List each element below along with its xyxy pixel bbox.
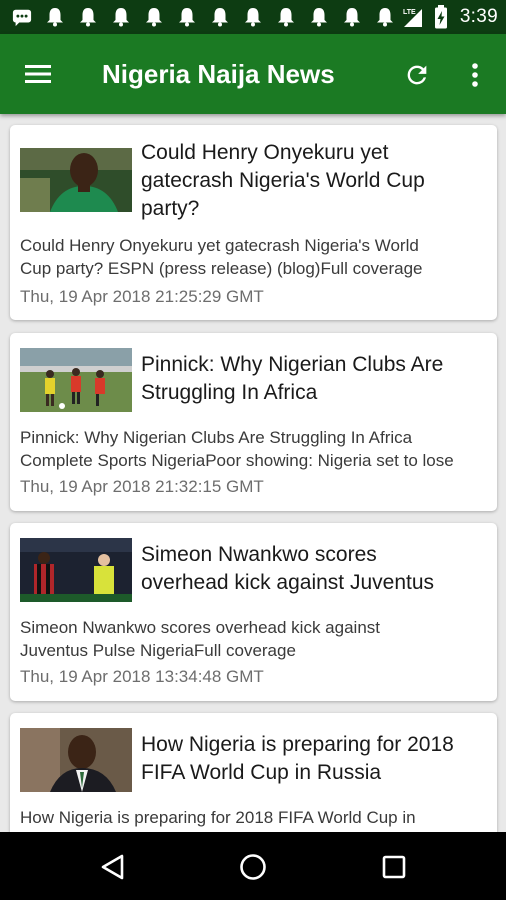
message-icon [12,7,32,27]
recents-button[interactable] [377,850,411,884]
article-title: Pinnick: Why Nigerian Clubs Are Struggli… [141,351,485,407]
article-description: Could Henry Onyekuru yet gatecrash Niger… [20,234,485,280]
menu-button[interactable] [22,58,54,90]
notification-icons [12,7,395,27]
article-description-line: Cup party? ESPN (press release) (blog)Fu… [20,259,423,278]
bell-icon [243,7,263,27]
article-title-line: Could Henry Onyekuru yet [141,141,389,164]
news-card[interactable]: Pinnick: Why Nigerian Clubs Are Struggli… [10,333,497,511]
article-title-line: FIFA World Cup in Russia [141,761,382,784]
article-description-line: Pinnick: Why Nigerian Clubs Are Struggli… [20,428,413,447]
bell-icon [78,7,98,27]
back-triangle-icon [101,854,124,880]
back-button[interactable] [96,850,130,884]
bell-icon [177,7,197,27]
app-title: Nigeria Naija News [102,59,335,89]
article-title-line: party? [141,197,200,220]
article-description: Simeon Nwankwo scores overhead kick agai… [20,616,485,662]
bell-icon [276,7,296,27]
article-description-line: Simeon Nwankwo scores overhead kick agai… [20,618,381,637]
article-description: How Nigeria is preparing for 2018 FIFA W… [20,806,485,829]
app-toolbar: Nigeria Naija News [0,34,506,114]
news-card[interactable]: Simeon Nwankwo scores overhead kick agai… [10,523,497,701]
system-status: LTE 3:39 [400,5,498,29]
article-title-line: How Nigeria is preparing for 2018 [141,733,454,756]
article-title-line: gatecrash Nigeria's World Cup [141,169,425,192]
article-title: Simeon Nwankwo scores overhead kick agai… [141,541,485,597]
battery-charging-icon [434,5,448,29]
bell-icon [342,7,362,27]
recents-square-icon [382,855,406,879]
network-type-label: LTE [403,9,416,16]
article-description-line: Complete Sports NigeriaPoor showing: Nig… [20,451,454,470]
bell-icon [375,7,395,27]
more-vert-icon [472,63,478,87]
article-thumbnail [20,538,132,602]
bell-icon [111,7,131,27]
status-clock: 3:39 [459,6,498,27]
article-description-line: How Nigeria is preparing for 2018 FIFA W… [20,808,416,827]
lte-signal-icon: LTE [400,7,426,27]
bell-icon [45,7,65,27]
article-description-line: Juventus Pulse NigeriaFull coverage [20,641,296,660]
article-date: Thu, 19 Apr 2018 13:34:48 GMT [20,667,264,686]
article-title-line: overhead kick against Juventus [141,571,435,594]
system-navigation-bar [0,832,506,900]
article-title: Could Henry Onyekuru yet gatecrash Niger… [141,139,485,223]
status-bar: LTE 3:39 [0,0,506,34]
refresh-icon [407,65,427,85]
article-thumbnail [20,148,132,212]
news-card[interactable]: Could Henry Onyekuru yet gatecrash Niger… [10,125,497,320]
home-circle-icon [240,854,266,880]
refresh-button[interactable] [400,58,434,92]
bell-icon [144,7,164,27]
article-title: How Nigeria is preparing for 2018 FIFA W… [141,731,485,787]
article-thumbnail [20,348,132,412]
article-date: Thu, 19 Apr 2018 21:25:29 GMT [20,287,264,306]
article-description-line: Could Henry Onyekuru yet gatecrash Niger… [20,236,419,255]
article-date: Thu, 19 Apr 2018 21:32:15 GMT [20,477,264,496]
article-description: Pinnick: Why Nigerian Clubs Are Struggli… [20,426,485,472]
news-card[interactable]: How Nigeria is preparing for 2018 FIFA W… [10,713,497,832]
bell-icon [309,7,329,27]
home-button[interactable] [236,850,270,884]
news-feed[interactable]: Could Henry Onyekuru yet gatecrash Niger… [0,114,506,832]
article-thumbnail [20,728,132,792]
article-title-line: Simeon Nwankwo scores [141,543,377,566]
bell-icon [210,7,230,27]
more-options-button[interactable] [462,58,488,92]
article-title-line: Pinnick: Why Nigerian Clubs Are [141,353,444,376]
article-title-line: Struggling In Africa [141,381,318,404]
hamburger-menu-icon [25,65,51,83]
